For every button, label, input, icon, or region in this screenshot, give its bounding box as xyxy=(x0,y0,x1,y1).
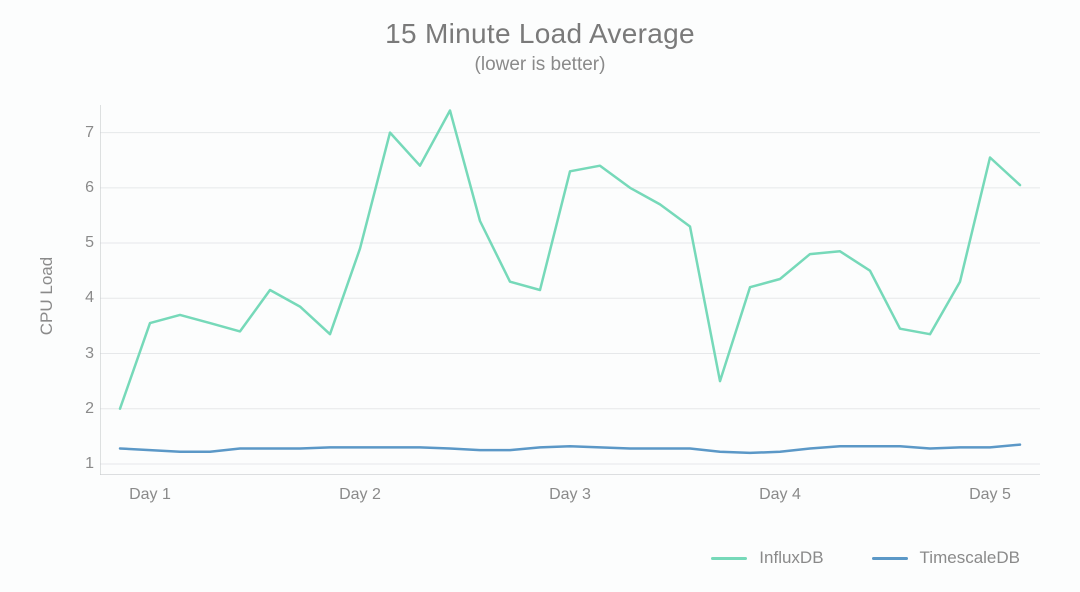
y-tick: 3 xyxy=(72,345,94,363)
legend-item-timescaledb: TimescaleDB xyxy=(872,548,1020,568)
legend-swatch xyxy=(711,557,747,560)
x-tick: Day 1 xyxy=(129,486,171,504)
legend-swatch xyxy=(872,557,908,560)
plot-area xyxy=(100,105,1040,475)
y-tick: 2 xyxy=(72,400,94,418)
y-tick: 1 xyxy=(72,455,94,473)
legend-label: InfluxDB xyxy=(759,548,823,568)
y-axis-label: CPU Load xyxy=(37,257,57,335)
x-tick: Day 3 xyxy=(549,486,591,504)
legend: InfluxDB TimescaleDB xyxy=(711,548,1020,568)
series-line-timescaledb xyxy=(120,445,1020,453)
x-tick: Day 5 xyxy=(969,486,1011,504)
chart-subtitle: (lower is better) xyxy=(0,54,1080,76)
legend-item-influxdb: InfluxDB xyxy=(711,548,823,568)
y-tick: 4 xyxy=(72,289,94,307)
chart-container: 15 Minute Load Average (lower is better)… xyxy=(0,0,1080,592)
gridlines xyxy=(100,133,1040,464)
y-tick: 5 xyxy=(72,234,94,252)
legend-label: TimescaleDB xyxy=(920,548,1020,568)
series-line-influxdb xyxy=(120,111,1020,409)
y-tick: 7 xyxy=(72,124,94,142)
series-group xyxy=(120,111,1020,453)
x-tick: Day 4 xyxy=(759,486,801,504)
chart-title: 15 Minute Load Average xyxy=(0,18,1080,50)
y-tick: 6 xyxy=(72,179,94,197)
x-tick: Day 2 xyxy=(339,486,381,504)
